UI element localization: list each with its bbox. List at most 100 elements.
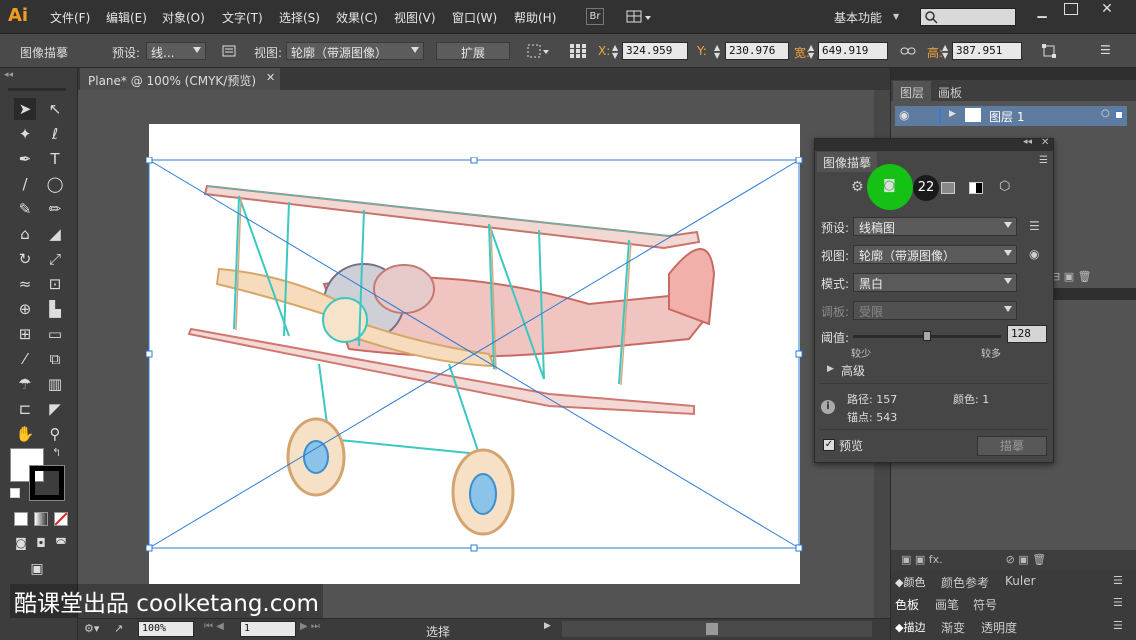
lasso-tool-icon[interactable]: ℓ bbox=[44, 123, 66, 145]
slice-tool-icon[interactable]: ◤ bbox=[44, 398, 66, 420]
x-input[interactable]: 324.959 bbox=[622, 42, 688, 60]
y-stepper[interactable]: ▲ ▼ bbox=[714, 44, 724, 60]
close-tab-icon[interactable]: ✕ bbox=[266, 71, 275, 84]
symbol-sprayer-tool-icon[interactable]: ☂ bbox=[14, 373, 36, 395]
expand-arrow-icon[interactable]: ▶ bbox=[949, 109, 956, 119]
height-stepper[interactable]: ▲ ▼ bbox=[942, 44, 952, 60]
collapse-panel-icon[interactable]: ◂◂ bbox=[1023, 137, 1032, 147]
menu-edit[interactable]: 编辑(E) bbox=[106, 9, 147, 26]
eraser-tool-icon[interactable]: ◢ bbox=[44, 223, 66, 245]
tab-color[interactable]: ◆颜色 bbox=[895, 574, 925, 590]
trace-mode-dropdown[interactable]: 黑白 bbox=[853, 273, 1017, 292]
outline-icon[interactable]: ⬡ bbox=[999, 179, 1015, 195]
warp-tool-icon[interactable]: ≈ bbox=[14, 273, 36, 295]
horizontal-scrollbar[interactable] bbox=[562, 621, 872, 637]
reference-point-icon[interactable] bbox=[568, 42, 588, 60]
tab-artboards[interactable]: 画板 bbox=[931, 81, 969, 101]
draw-behind-icon[interactable]: ◘ bbox=[30, 532, 52, 554]
menu-select[interactable]: 选择(S) bbox=[279, 9, 320, 26]
scale-tool-icon[interactable]: ⤢ bbox=[44, 248, 66, 270]
draw-normal-icon[interactable]: ◙ bbox=[10, 532, 32, 554]
shape-builder-tool-icon[interactable]: ⊕ bbox=[14, 298, 36, 320]
list-icon[interactable] bbox=[222, 44, 236, 58]
high-color-button[interactable]: ◙ bbox=[867, 164, 913, 210]
close-window-button[interactable]: ✕ bbox=[1098, 1, 1116, 17]
layer-name[interactable]: 图层 1 bbox=[989, 108, 1024, 125]
menu-help[interactable]: 帮助(H) bbox=[514, 9, 556, 26]
collapse-icon[interactable]: ◂◂ bbox=[4, 70, 13, 80]
scrollbar-thumb[interactable] bbox=[706, 623, 718, 635]
preset-dropdown[interactable]: 线... bbox=[146, 42, 206, 60]
width-input[interactable]: 649.919 bbox=[818, 42, 888, 60]
selection-tool-icon[interactable]: ➤ bbox=[14, 98, 36, 120]
tab-symbols[interactable]: 符号 bbox=[973, 596, 997, 613]
status-arrow-icon[interactable]: ▶ bbox=[544, 621, 556, 637]
arrange-documents-button[interactable] bbox=[626, 9, 652, 25]
expand-button[interactable]: 扩展 bbox=[436, 42, 510, 60]
tab-brushes[interactable]: 画笔 bbox=[935, 596, 959, 613]
trace-preset-dropdown[interactable]: 线稿图 bbox=[853, 217, 1017, 236]
grayscale-icon[interactable] bbox=[941, 182, 955, 194]
document-tab[interactable]: Plane* @ 100% (CMYK/预览) ✕ bbox=[80, 68, 280, 90]
threshold-slider-thumb[interactable] bbox=[923, 331, 931, 341]
hand-tool-icon[interactable]: ✋ bbox=[14, 423, 36, 445]
eye-icon[interactable]: ◉ bbox=[1029, 247, 1039, 261]
width-stepper[interactable]: ▲ ▼ bbox=[808, 44, 818, 60]
rotate-tool-icon[interactable]: ↻ bbox=[14, 248, 36, 270]
x-stepper[interactable]: ▲ ▼ bbox=[612, 44, 622, 60]
advanced-expand-icon[interactable]: ▶ bbox=[827, 364, 834, 374]
screen-mode-icon[interactable]: ▣ bbox=[26, 558, 48, 580]
last-page-icon[interactable]: ▶ ⏭ bbox=[300, 621, 332, 637]
column-graph-tool-icon[interactable]: ▥ bbox=[44, 373, 66, 395]
link-icon[interactable] bbox=[900, 44, 916, 58]
bridge-button[interactable]: Br bbox=[586, 8, 604, 25]
zoom-tool-icon[interactable]: ⚲ bbox=[44, 423, 66, 445]
menu-effect[interactable]: 效果(C) bbox=[336, 9, 378, 26]
first-page-icon[interactable]: ⏮ ◀ bbox=[204, 621, 236, 637]
paintbrush-tool-icon[interactable]: ✎ bbox=[14, 198, 36, 220]
stroke-swatch[interactable] bbox=[29, 465, 65, 501]
pen-tool-icon[interactable]: ✒ bbox=[14, 148, 36, 170]
pencil-tool-icon[interactable]: ✏ bbox=[44, 198, 66, 220]
workspace-switcher[interactable]: 基本功能 bbox=[834, 9, 882, 26]
default-colors-icon[interactable] bbox=[10, 488, 20, 498]
trace-panel-header[interactable]: ◂◂ ✕ bbox=[815, 137, 1053, 151]
gradient-mode-icon[interactable] bbox=[34, 512, 48, 526]
preset-list-icon[interactable]: ☰ bbox=[1029, 219, 1040, 233]
height-input[interactable]: 387.951 bbox=[952, 42, 1022, 60]
draw-inside-icon[interactable]: ◚ bbox=[50, 532, 72, 554]
close-panel-icon[interactable]: ✕ bbox=[1041, 137, 1049, 148]
align-to-icon[interactable] bbox=[526, 43, 550, 59]
tab-color-guide[interactable]: 颜色参考 bbox=[941, 574, 989, 591]
eyedropper-tool-icon[interactable]: ⁄ bbox=[14, 348, 36, 370]
status-menu-icon[interactable]: ⚙▾ bbox=[84, 622, 106, 636]
trace-button[interactable]: 描摹 bbox=[977, 436, 1047, 456]
tab-layers[interactable]: 图层 bbox=[893, 81, 932, 101]
tab-gradient[interactable]: 渐变 bbox=[941, 619, 965, 636]
tab-swatches[interactable]: 色板 bbox=[895, 596, 919, 613]
gradient-tool-icon[interactable]: ▭ bbox=[44, 323, 66, 345]
y-input[interactable]: 230.976 bbox=[725, 42, 789, 60]
free-transform-tool-icon[interactable]: ⊡ bbox=[44, 273, 66, 295]
blob-brush-tool-icon[interactable]: ⌂ bbox=[14, 223, 36, 245]
tab-transparency[interactable]: 透明度 bbox=[981, 619, 1017, 636]
transform-icon[interactable] bbox=[1040, 43, 1058, 59]
share-icon[interactable]: ↗ bbox=[114, 622, 130, 636]
menu-file[interactable]: 文件(F) bbox=[50, 9, 90, 26]
selection-bounding-box[interactable] bbox=[146, 157, 804, 552]
menu-object[interactable]: 对象(O) bbox=[162, 9, 205, 26]
selection-indicator-icon[interactable] bbox=[1115, 111, 1123, 119]
panel-menu-icon[interactable]: ☰ bbox=[1113, 596, 1123, 609]
preview-checkbox[interactable]: ✓ bbox=[823, 439, 835, 451]
blend-tool-icon[interactable]: ⧉ bbox=[44, 348, 66, 370]
type-tool-icon[interactable]: T bbox=[44, 148, 66, 170]
tab-kuler[interactable]: Kuler bbox=[1005, 574, 1036, 588]
trace-view-dropdown[interactable]: 轮廓（带源图像） bbox=[853, 245, 1017, 264]
panel-menu-icon[interactable]: ☰ bbox=[1113, 619, 1123, 632]
menu-window[interactable]: 窗口(W) bbox=[452, 9, 497, 26]
menu-view[interactable]: 视图(V) bbox=[394, 9, 436, 26]
advanced-label[interactable]: 高级 bbox=[841, 362, 865, 379]
search-input[interactable] bbox=[920, 8, 1016, 26]
swap-colors-icon[interactable]: ↰ bbox=[52, 446, 61, 459]
target-icon[interactable]: ○ bbox=[1101, 108, 1110, 119]
